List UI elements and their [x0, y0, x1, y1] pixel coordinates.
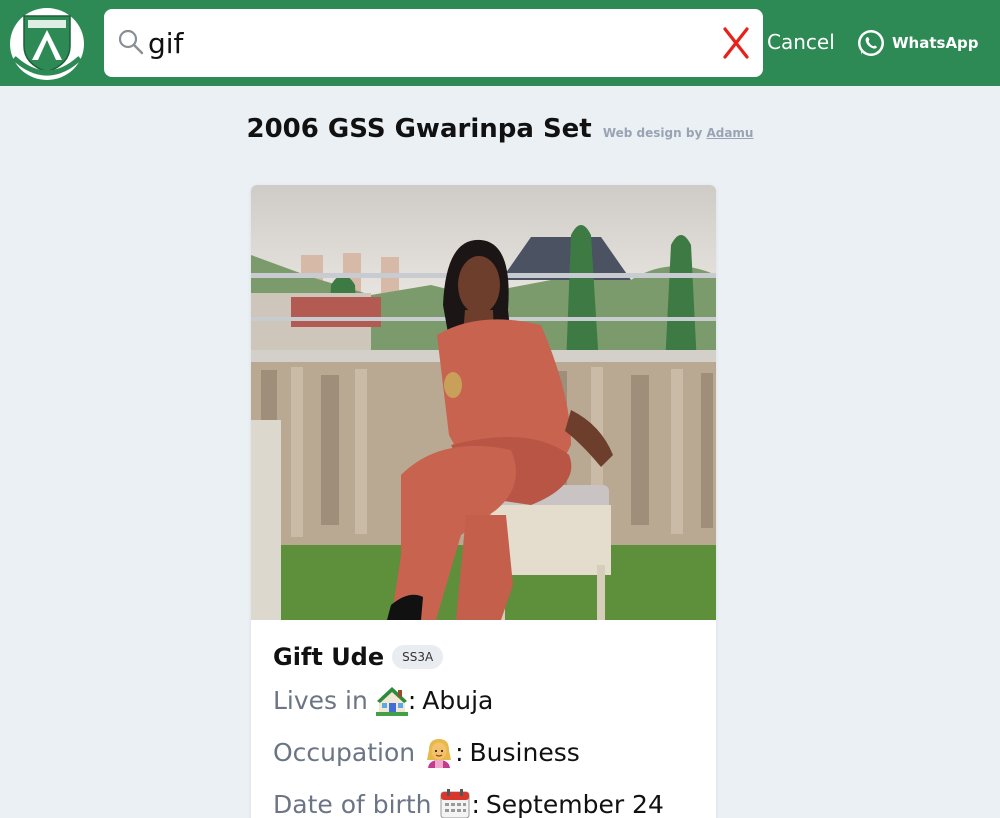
calendar-icon	[440, 789, 470, 818]
class-badge: SS3A	[392, 645, 444, 669]
occupation-value: Business	[469, 737, 580, 767]
person-icon	[427, 739, 452, 768]
date-of-birth-row: Date of birth : September 24	[273, 789, 664, 818]
profile-photo	[251, 185, 716, 620]
lives-in-value: Abuja	[422, 685, 494, 715]
whatsapp-icon	[858, 30, 884, 56]
school-logo	[10, 8, 84, 80]
page-title: 2006 GSS Gwarinpa Set	[246, 114, 592, 144]
occupation-label: Occupation	[273, 737, 416, 767]
clear-search-button[interactable]	[721, 23, 751, 63]
search-bar	[104, 9, 763, 77]
page-title-row: 2006 GSS Gwarinpa Set Web design by Adam…	[0, 114, 1000, 144]
date-of-birth-label: Date of birth	[273, 789, 432, 818]
profile-details: Gift Ude SS3A Lives in : Abuja Occupatio…	[273, 640, 703, 818]
credit-prefix: Web design by	[602, 126, 703, 140]
person-name: Gift Ude	[273, 643, 385, 671]
lives-in-row: Lives in : Abuja	[273, 685, 494, 716]
credit-text: Web design by Adamu	[603, 126, 754, 140]
search-input[interactable]	[148, 21, 708, 65]
credit-author-link[interactable]: Adamu	[706, 126, 753, 140]
date-of-birth-value: September 24	[485, 789, 664, 818]
house-icon	[375, 687, 408, 716]
whatsapp-button[interactable]: WhatsApp	[856, 28, 979, 58]
whatsapp-label: WhatsApp	[892, 34, 979, 52]
top-bar: Cancel WhatsApp	[0, 0, 1000, 86]
cancel-button[interactable]: Cancel	[767, 30, 835, 54]
lives-in-label: Lives in	[273, 685, 368, 715]
close-icon	[723, 27, 749, 59]
occupation-row: Occupation : Business	[273, 737, 580, 768]
profile-card[interactable]: Gift Ude SS3A Lives in : Abuja Occupatio…	[251, 185, 716, 818]
search-icon	[118, 29, 144, 55]
name-row: Gift Ude SS3A	[273, 640, 703, 674]
